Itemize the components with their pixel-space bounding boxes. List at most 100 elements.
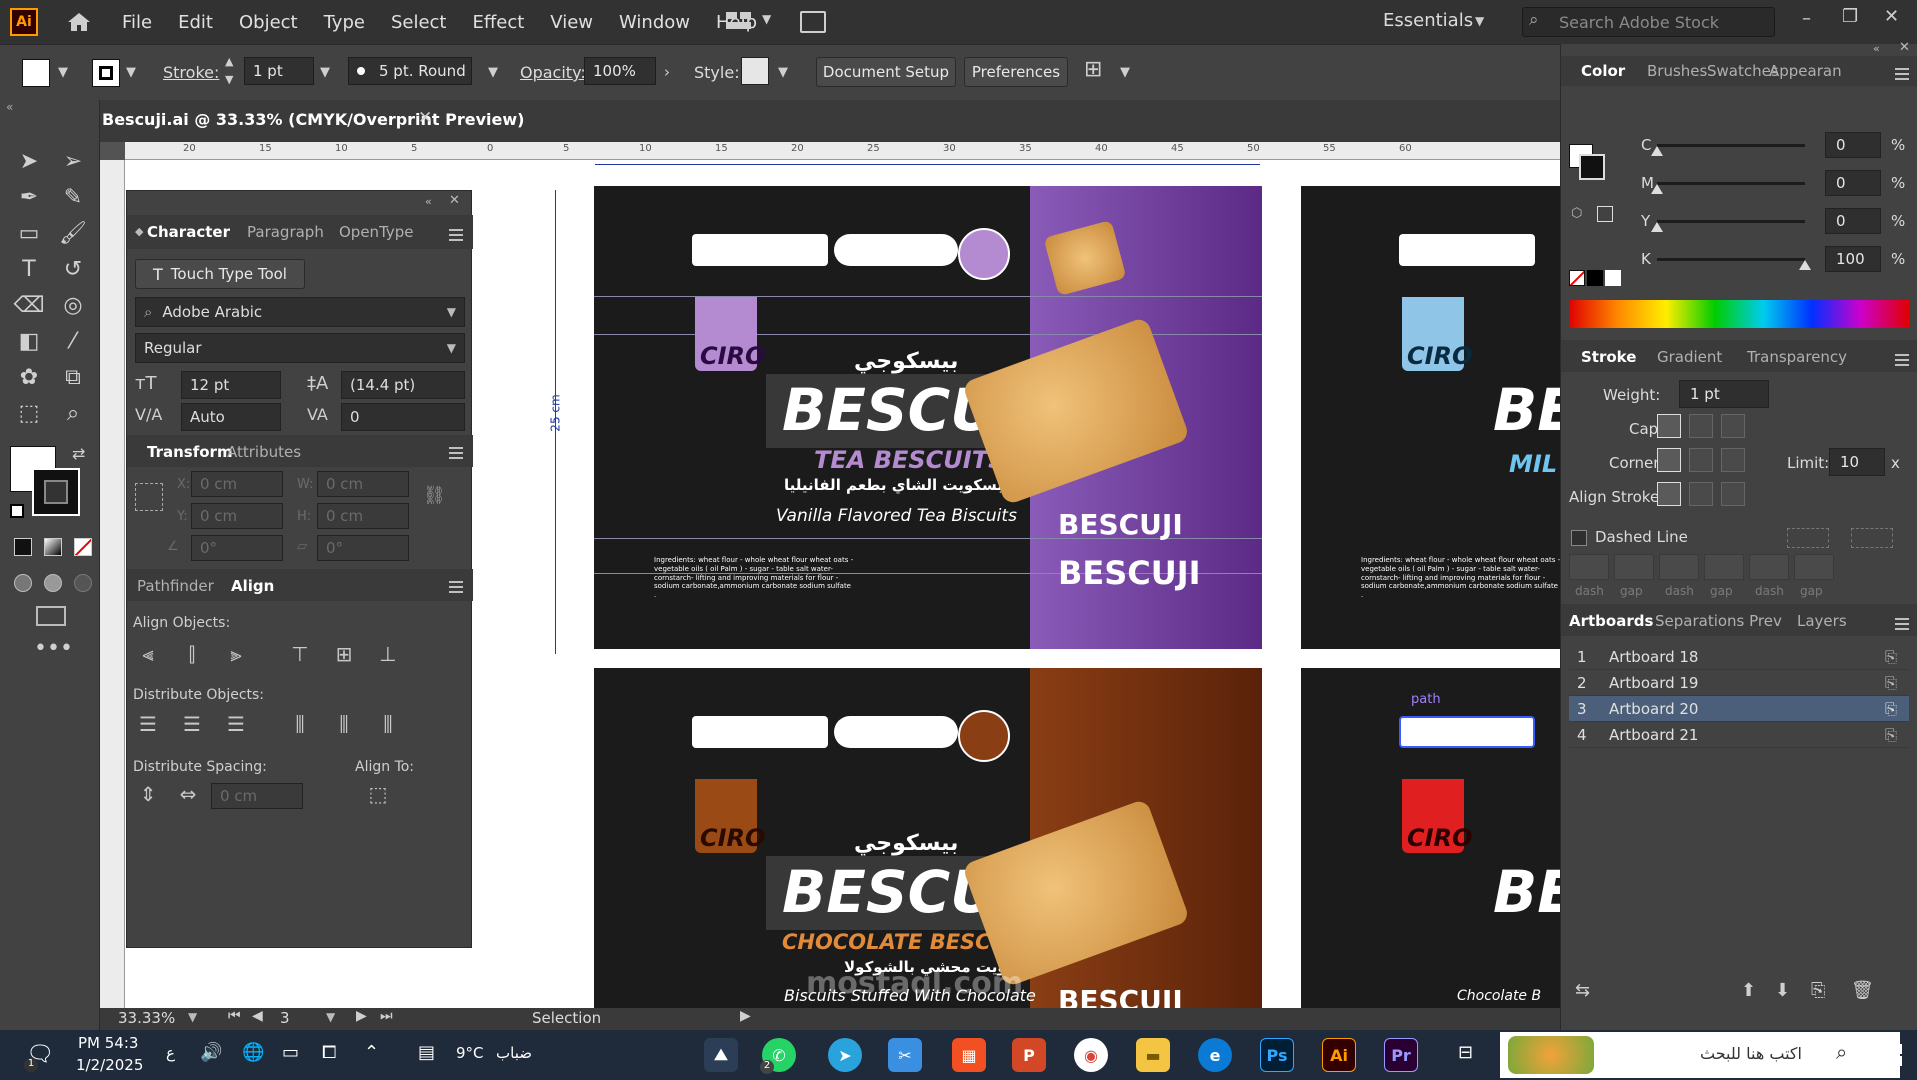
slider-thumb[interactable]	[1651, 184, 1663, 194]
rotate-tool-icon[interactable]: ↺	[58, 254, 88, 284]
butt-cap-icon[interactable]	[1657, 414, 1681, 438]
tab-stroke[interactable]: Stroke	[1581, 348, 1636, 366]
taskbar-search-box[interactable]: اكتب هنا للبحث ⌕	[1500, 1032, 1900, 1078]
channel-value-input[interactable]: 100	[1825, 246, 1881, 272]
eyedropper-tool-icon[interactable]: ⁄	[58, 326, 88, 356]
close-dock-icon[interactable]: ✕	[1899, 40, 1910, 55]
distribute-left-icon[interactable]: ⫼	[287, 711, 313, 737]
color-spectrum[interactable]	[1569, 300, 1909, 328]
first-artboard-icon[interactable]: ⏮	[228, 1008, 241, 1024]
curvature-tool-icon[interactable]: ✎	[58, 182, 88, 212]
leading-input[interactable]: (14.4 pt)	[341, 371, 465, 399]
miter-limit-input[interactable]: 10	[1829, 448, 1885, 476]
brush-definition[interactable]: 5 pt. Round	[348, 57, 472, 85]
menu-select[interactable]: Select	[391, 12, 447, 33]
type-tool-icon[interactable]: T	[14, 254, 44, 284]
stepper-up-icon[interactable]: ▲	[225, 55, 233, 68]
zoom-tool-icon[interactable]: ⌕	[58, 398, 88, 428]
tab-appearance[interactable]: Appearan	[1769, 62, 1842, 80]
round-join-icon[interactable]	[1689, 448, 1713, 472]
slider-thumb[interactable]	[1651, 222, 1663, 232]
gradient-mode-icon[interactable]	[44, 538, 62, 556]
draw-inside-icon[interactable]	[74, 574, 92, 592]
warp-tool-icon[interactable]: ◎	[58, 290, 88, 320]
align-bottom-icon[interactable]: ⊥	[375, 641, 401, 667]
chevron-down-icon[interactable]: ▼	[1475, 14, 1484, 28]
artboard-row[interactable]: 1 Artboard 18 ⎘	[1569, 644, 1909, 670]
tab-layers[interactable]: Layers	[1797, 612, 1847, 630]
workspace-switcher[interactable]: Essentials	[1383, 10, 1473, 31]
file-explorer-icon[interactable]: ▬	[1136, 1038, 1170, 1072]
dashed-line-checkbox[interactable]	[1571, 530, 1587, 546]
chevron-down-icon[interactable]: ▼	[320, 65, 330, 80]
artboard-options-icon[interactable]: ⎘	[1885, 674, 1897, 692]
align-stroke-center-icon[interactable]	[1657, 482, 1681, 506]
opacity-label[interactable]: Opacity:	[520, 63, 586, 82]
align-vertical-center-icon[interactable]: ⊞	[331, 641, 357, 667]
tab-pathfinder[interactable]: Pathfinder	[137, 577, 214, 595]
close-icon[interactable]: ✕	[1884, 6, 1899, 27]
chrome-icon[interactable]: ◉	[1074, 1038, 1108, 1072]
gallery-app-icon[interactable]: ⛰	[704, 1038, 738, 1072]
color-mode-icon[interactable]	[14, 538, 32, 556]
dash-gap-input[interactable]	[1659, 554, 1699, 580]
default-colors-icon[interactable]	[10, 504, 24, 518]
channel-slider[interactable]	[1657, 258, 1805, 261]
home-icon[interactable]	[66, 11, 92, 33]
new-artboard-icon[interactable]: ⎘	[1811, 980, 1825, 1001]
artboard-tool-icon[interactable]: ⬚	[14, 398, 44, 428]
artboard-milk-biscuits[interactable]: CIRO BESCUJI MIL Ingredients: wheat flou…	[1301, 186, 1561, 649]
artboard-options-icon[interactable]: ⎘	[1885, 648, 1897, 666]
paintbrush-tool-icon[interactable]: 🖌	[58, 218, 88, 248]
chevron-down-icon[interactable]: ▼	[778, 65, 788, 80]
clock-time[interactable]: PM 54:3	[78, 1034, 138, 1052]
shear-input[interactable]: 0°	[317, 535, 409, 561]
none-swatch-icon[interactable]	[1569, 270, 1585, 286]
selection-tool-icon[interactable]: ➤	[14, 146, 44, 176]
collapse-dock-icon[interactable]: «	[1873, 42, 1880, 55]
device-icon[interactable]: ⧠	[322, 1042, 336, 1063]
tab-paragraph[interactable]: Paragraph	[247, 223, 324, 241]
gradient-tool-icon[interactable]: ◧	[14, 326, 44, 356]
move-down-icon[interactable]: ⬇	[1775, 980, 1790, 1001]
font-style-select[interactable]: Regular ▼	[135, 333, 465, 363]
panel-menu-icon[interactable]	[449, 581, 463, 593]
artboard-tea-biscuits[interactable]: CIRO بيسكوجي BESCUJI TEA BESCUITS بسكويت…	[594, 186, 1262, 649]
document-tab-title[interactable]: Bescuji.ai @ 33.33% (CMYK/Overprint Prev…	[102, 110, 524, 129]
constrain-proportions-icon[interactable]: ⛓	[423, 485, 446, 506]
collapse-panel-icon[interactable]: «	[425, 195, 432, 208]
stroke-weight-input[interactable]: 1 pt	[244, 57, 314, 85]
x-input[interactable]: 0 cm	[191, 471, 283, 497]
tab-gradient[interactable]: Gradient	[1657, 348, 1722, 366]
fill-swatch[interactable]	[22, 59, 50, 87]
eraser-tool-icon[interactable]: ⌫	[13, 290, 44, 320]
panel-menu-icon[interactable]	[1895, 68, 1909, 80]
artboard-number[interactable]: 3	[280, 1009, 290, 1027]
chevron-down-icon[interactable]: ▼	[126, 65, 136, 80]
slider-thumb[interactable]	[1651, 146, 1663, 156]
screen-mode-icon[interactable]	[36, 606, 66, 626]
tab-swatches[interactable]: Swatches	[1707, 62, 1779, 80]
align-stroke-inside-icon[interactable]	[1689, 482, 1713, 506]
next-artboard-icon[interactable]: ▶	[356, 1008, 367, 1024]
show-hidden-icons[interactable]: ⌃	[364, 1042, 379, 1063]
dash-preserve-icon[interactable]	[1787, 528, 1829, 548]
miter-join-icon[interactable]	[1657, 448, 1681, 472]
windows-start-icon[interactable]	[1880, 1044, 1902, 1066]
align-right-icon[interactable]: ⫸	[223, 641, 249, 667]
menu-effect[interactable]: Effect	[472, 12, 524, 33]
arrange-icon[interactable]: ⊞	[1084, 57, 1102, 82]
chevron-down-icon[interactable]: ▼	[488, 65, 498, 80]
menu-edit[interactable]: Edit	[178, 12, 213, 33]
rearrange-artboards-icon[interactable]: ⇆	[1575, 980, 1590, 1001]
opacity-input[interactable]: 100%	[584, 57, 656, 85]
document-setup-button[interactable]: Document Setup	[816, 57, 956, 87]
align-stroke-outside-icon[interactable]	[1721, 482, 1745, 506]
artboard-row[interactable]: 2 Artboard 19 ⎘	[1569, 670, 1909, 696]
panel-menu-icon[interactable]	[449, 229, 463, 241]
menu-window[interactable]: Window	[619, 12, 690, 33]
channel-value-input[interactable]: 0	[1825, 132, 1881, 158]
touch-type-tool-button[interactable]: T Touch Type Tool	[135, 259, 305, 289]
dash-gap-input[interactable]	[1569, 554, 1609, 580]
illustrator-icon[interactable]: Ai	[1322, 1038, 1356, 1072]
